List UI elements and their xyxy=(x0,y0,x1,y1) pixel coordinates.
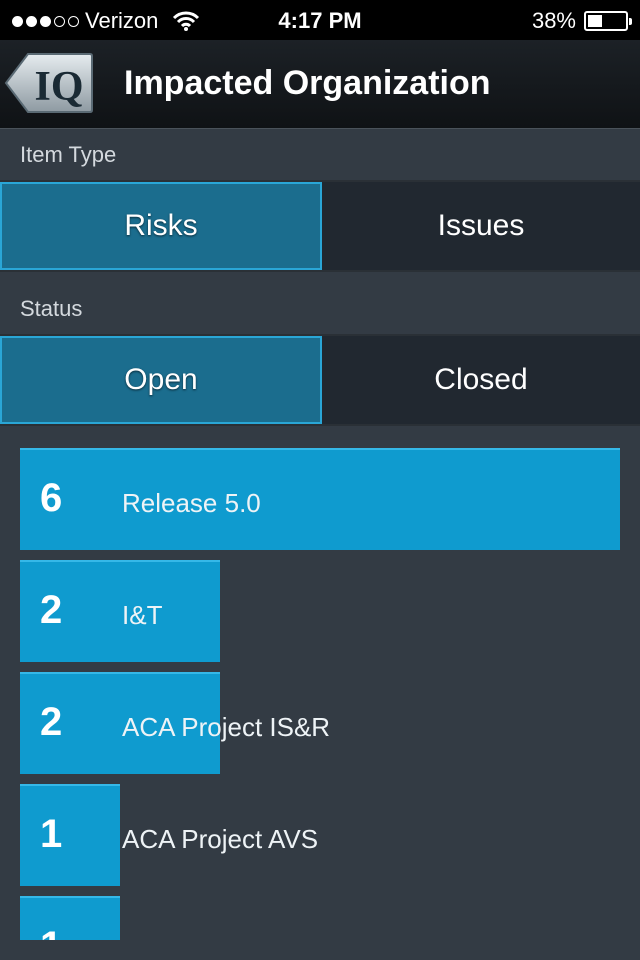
page-title: Impacted Organization xyxy=(124,64,491,102)
item-type-label: Item Type xyxy=(20,142,117,167)
organization-name: ACA Project IS&R xyxy=(122,712,331,742)
organization-row[interactable]: 2 ACA Project IS&R xyxy=(20,672,620,774)
organization-count: 6 xyxy=(40,476,63,520)
organization-count: 1 xyxy=(40,924,62,940)
organization-bar xyxy=(20,784,120,886)
organization-name: ACA Project AVS xyxy=(122,824,319,854)
organization-row[interactable]: 2 I&T xyxy=(20,560,620,662)
organization-count: 2 xyxy=(40,588,63,632)
organization-bar xyxy=(20,896,120,940)
risks-segment[interactable]: Risks xyxy=(0,182,322,270)
status-right: 38% xyxy=(531,8,632,34)
organization-name: Release 5.0 xyxy=(122,488,261,518)
status-bar: Verizon 4:17 PM 38% xyxy=(0,0,640,40)
issues-segment[interactable]: Issues xyxy=(322,182,640,270)
battery-icon xyxy=(584,11,632,31)
iq-logo-text: IQ xyxy=(34,64,83,110)
organization-count: 2 xyxy=(40,700,63,744)
organization-row[interactable]: 1 xyxy=(20,896,620,940)
open-segment[interactable]: Open xyxy=(0,336,322,424)
back-button-iq-logo[interactable]: IQ xyxy=(4,50,94,116)
organization-row[interactable]: 6 Release 5.0 xyxy=(20,448,620,550)
organization-bar xyxy=(20,448,620,550)
navigation-bar: IQ Impacted Organization xyxy=(0,40,640,129)
item-type-segmented-control: Risks Issues xyxy=(0,180,640,272)
closed-segment[interactable]: Closed xyxy=(322,336,640,424)
status-segmented-control: Open Closed xyxy=(0,334,640,426)
battery-percent: 38% xyxy=(531,8,576,33)
organization-row[interactable]: 1 ACA Project AVS xyxy=(20,784,620,886)
status-label: Status xyxy=(20,296,83,321)
organization-name: I&T xyxy=(122,600,163,630)
organization-count: 1 xyxy=(40,812,63,856)
